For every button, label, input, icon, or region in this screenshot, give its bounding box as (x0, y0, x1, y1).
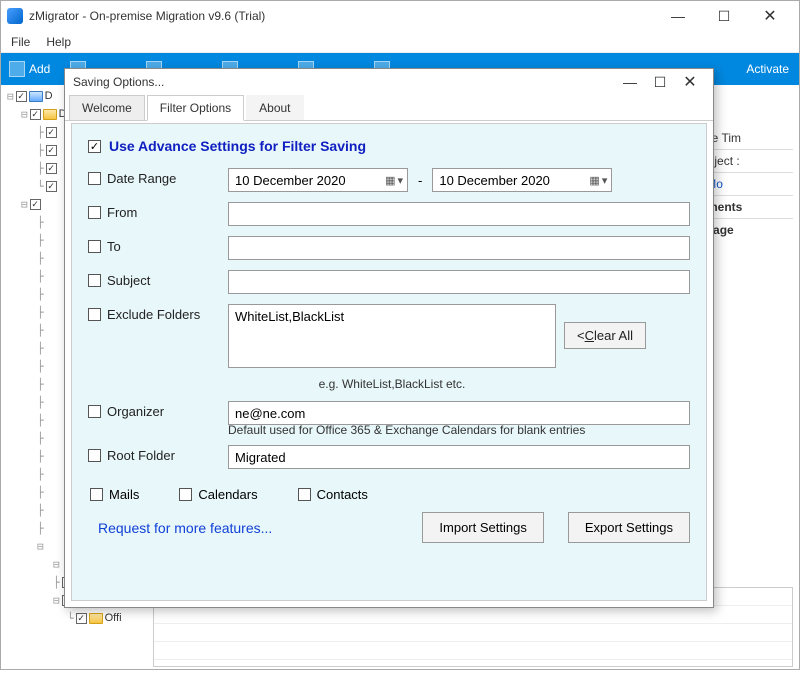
ribbon-activate[interactable]: Activate (746, 62, 789, 76)
date-start-picker[interactable]: 10 December 2020 ▦▾ (228, 168, 408, 192)
to-input[interactable] (228, 236, 690, 260)
exclude-checkbox[interactable] (88, 308, 101, 321)
organizer-checkbox[interactable] (88, 405, 101, 418)
date-start-value: 10 December 2020 (235, 173, 346, 188)
organizer-note: Default used for Office 365 & Exchange C… (228, 423, 690, 437)
window-title: zMigrator - On-premise Migration v9.6 (T… (29, 9, 655, 23)
exclude-folders-input[interactable] (228, 304, 556, 368)
from-checkbox[interactable] (88, 206, 101, 219)
advance-settings-label: Use Advance Settings for Filter Saving (109, 138, 366, 154)
menu-file[interactable]: File (11, 35, 30, 49)
calendars-label: Calendars (198, 487, 257, 502)
menu-help[interactable]: Help (46, 35, 71, 49)
request-features-link[interactable]: Request for more features... (98, 520, 272, 536)
from-input[interactable] (228, 202, 690, 226)
folder-icon (29, 91, 43, 102)
tab-welcome[interactable]: Welcome (69, 95, 145, 120)
window-controls: — ☐ ✕ (655, 1, 793, 31)
app-icon (7, 8, 23, 24)
folder-icon (89, 613, 103, 624)
calendar-icon: ▦ (385, 174, 395, 187)
ribbon-add-label: Add (29, 62, 50, 76)
tab-about[interactable]: About (246, 95, 303, 120)
calendars-checkbox[interactable] (179, 488, 192, 501)
menu-bar: File Help (1, 31, 799, 53)
ribbon-add[interactable]: Add (9, 61, 50, 77)
date-range-checkbox[interactable] (88, 172, 101, 185)
advance-settings-headline: ✓ Use Advance Settings for Filter Saving (88, 138, 690, 154)
to-checkbox[interactable] (88, 240, 101, 253)
organizer-label: Organizer (107, 404, 164, 419)
export-settings-button[interactable]: Export Settings (568, 512, 690, 543)
chevron-down-icon: ▾ (602, 174, 608, 187)
mails-label: Mails (109, 487, 139, 502)
maximize-button[interactable]: ☐ (701, 1, 747, 31)
subject-checkbox[interactable] (88, 274, 101, 287)
filter-options-panel: ✓ Use Advance Settings for Filter Saving… (71, 123, 707, 601)
date-end-picker[interactable]: 10 December 2020 ▦▾ (432, 168, 612, 192)
to-label: To (107, 239, 121, 254)
clear-all-button[interactable]: <Clear All (564, 322, 646, 349)
saving-options-dialog: Saving Options... — ☐ ✕ Welcome Filter O… (64, 68, 714, 608)
dialog-close-button[interactable]: ✕ (675, 71, 705, 93)
organizer-input[interactable] (228, 401, 690, 425)
advance-settings-checkbox[interactable]: ✓ (88, 140, 101, 153)
dialog-tabs: Welcome Filter Options About (65, 95, 713, 121)
dialog-title: Saving Options... (73, 75, 615, 89)
mails-checkbox[interactable] (90, 488, 103, 501)
dialog-minimize-button[interactable]: — (615, 71, 645, 93)
dialog-maximize-button[interactable]: ☐ (645, 71, 675, 93)
root-folder-checkbox[interactable] (88, 449, 101, 462)
contacts-checkbox[interactable] (298, 488, 311, 501)
subject-label: Subject (107, 273, 150, 288)
import-settings-button[interactable]: Import Settings (422, 512, 543, 543)
exclude-label: Exclude Folders (107, 307, 200, 322)
tab-filter-options[interactable]: Filter Options (147, 95, 244, 121)
add-icon (9, 61, 25, 77)
minimize-button[interactable]: — (655, 1, 701, 31)
dialog-titlebar[interactable]: Saving Options... — ☐ ✕ (65, 69, 713, 95)
subject-input[interactable] (228, 270, 690, 294)
chevron-down-icon: ▾ (397, 174, 403, 187)
root-folder-input[interactable] (228, 445, 690, 469)
close-button[interactable]: ✕ (747, 1, 793, 31)
folder-icon (43, 109, 57, 120)
date-range-separator: - (418, 173, 422, 188)
date-range-label: Date Range (107, 171, 176, 186)
calendar-icon: ▦ (589, 174, 599, 187)
root-folder-label: Root Folder (107, 448, 175, 463)
titlebar[interactable]: zMigrator - On-premise Migration v9.6 (T… (1, 1, 799, 31)
contacts-label: Contacts (317, 487, 368, 502)
exclude-hint: e.g. WhiteList,BlackList etc. (228, 377, 556, 391)
from-label: From (107, 205, 137, 220)
tree-label: D (45, 90, 53, 102)
tree-label: Offi (105, 612, 122, 624)
date-end-value: 10 December 2020 (439, 173, 550, 188)
